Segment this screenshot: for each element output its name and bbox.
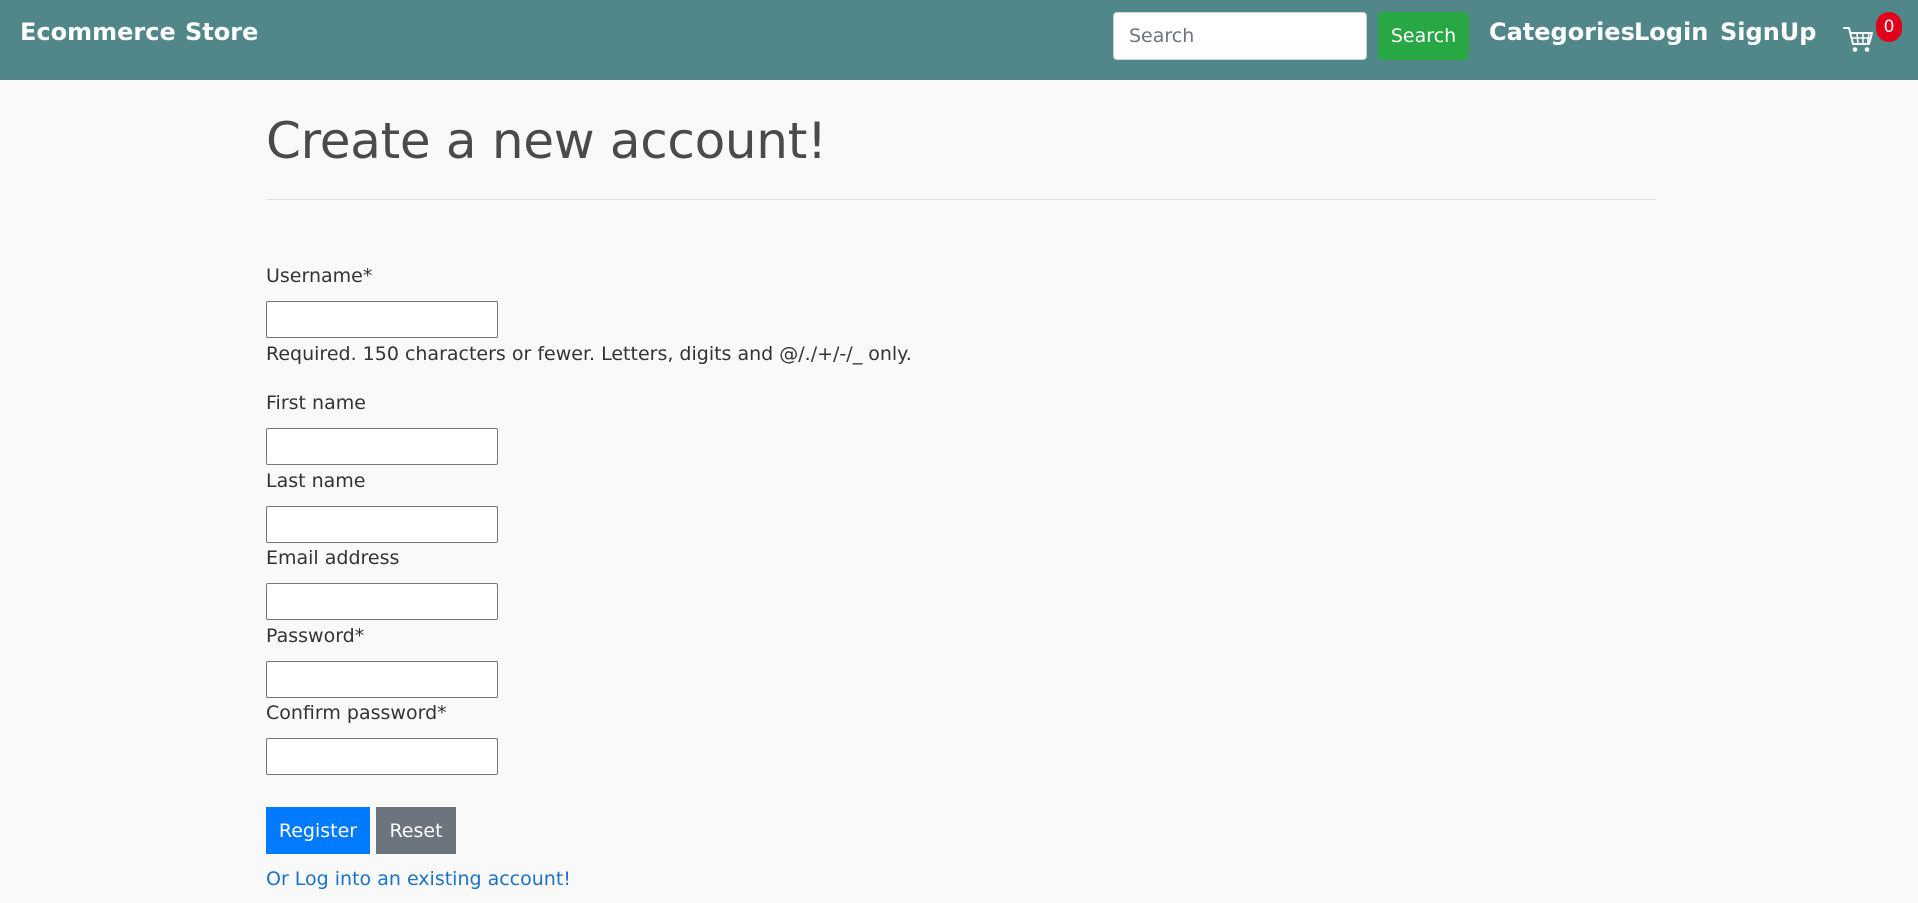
cart-icon xyxy=(1843,27,1873,52)
first-name-input[interactable] xyxy=(266,428,498,465)
store-link[interactable]: Store xyxy=(185,15,258,49)
last-name-label: Last name xyxy=(266,470,366,492)
confirm-password-input[interactable] xyxy=(266,738,498,775)
register-button[interactable]: Register xyxy=(266,807,370,854)
search-button[interactable]: Search xyxy=(1378,12,1469,60)
password-input[interactable] xyxy=(266,661,498,698)
search-input[interactable] xyxy=(1113,12,1367,60)
reset-button[interactable]: Reset xyxy=(376,807,456,854)
username-input[interactable] xyxy=(266,301,498,338)
cart-button[interactable]: 0 xyxy=(1842,12,1902,58)
cart-count-badge: 0 xyxy=(1876,12,1902,42)
username-help-text: Required. 150 characters or fewer. Lette… xyxy=(266,343,912,365)
email-input[interactable] xyxy=(266,583,498,620)
title-divider xyxy=(266,199,1656,200)
first-name-label: First name xyxy=(266,392,366,414)
confirm-password-label: Confirm password* xyxy=(266,702,447,724)
email-label: Email address xyxy=(266,547,400,569)
nav-login-link[interactable]: Login xyxy=(1634,15,1708,49)
last-name-input[interactable] xyxy=(266,506,498,543)
password-label: Password* xyxy=(266,625,365,647)
username-label: Username* xyxy=(266,265,373,287)
navbar: Ecommerce Store Search Categories Login … xyxy=(0,0,1918,80)
page-title: Create a new account! xyxy=(266,112,827,170)
brand-link[interactable]: Ecommerce xyxy=(20,15,176,49)
login-existing-account-link[interactable]: Or Log into an existing account! xyxy=(266,866,571,892)
nav-categories-link[interactable]: Categories xyxy=(1489,15,1635,49)
nav-signup-link[interactable]: SignUp xyxy=(1720,15,1816,49)
